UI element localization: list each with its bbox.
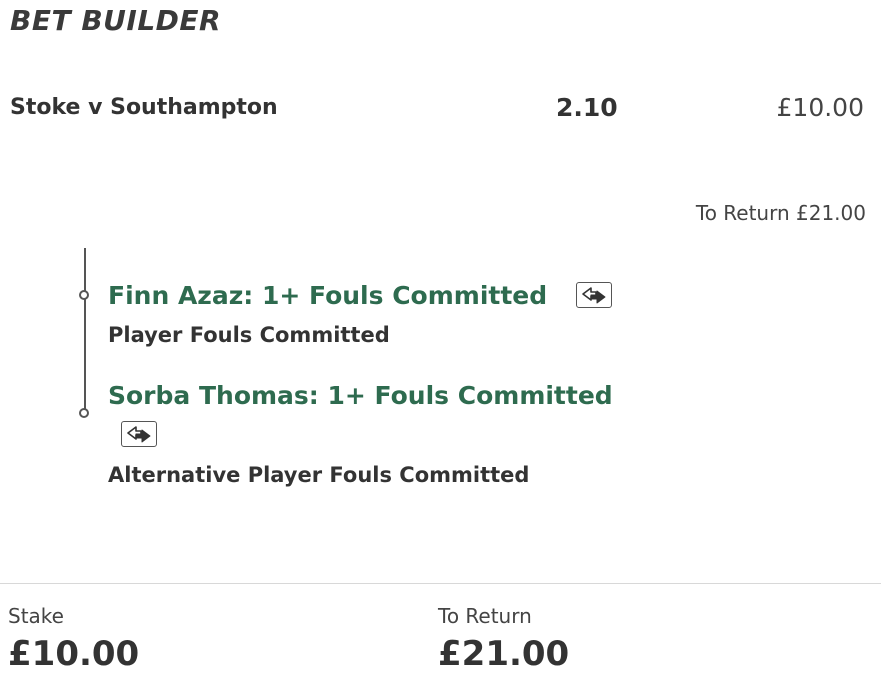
- swap-selection-button[interactable]: [121, 421, 157, 447]
- swap-arrows-icon: [582, 287, 606, 304]
- selection-title: Finn Azaz: 1+ Fouls Committed: [108, 281, 548, 310]
- footer-return-value: £21.00: [438, 634, 570, 674]
- event-name: Stoke v Southampton: [10, 95, 278, 120]
- selection-timeline: [84, 248, 86, 414]
- footer-stake-label: Stake: [8, 604, 64, 628]
- selection-market: Player Fouls Committed: [108, 323, 390, 347]
- footer-return-label: To Return: [438, 604, 532, 628]
- swap-selection-button[interactable]: [576, 282, 612, 308]
- footer-stake-value: £10.00: [8, 634, 140, 674]
- swap-arrows-icon: [127, 426, 151, 443]
- footer-divider: [0, 583, 881, 584]
- timeline-node: [79, 290, 89, 300]
- bet-to-return: To Return £21.00: [695, 201, 866, 225]
- selection-market: Alternative Player Fouls Committed: [108, 463, 530, 487]
- timeline-node: [79, 408, 89, 418]
- bet-odds: 2.10: [556, 93, 618, 122]
- bet-builder-title: BET BUILDER: [10, 4, 222, 37]
- bet-stake-amount: £10.00: [776, 93, 864, 122]
- selection-title: Sorba Thomas: 1+ Fouls Committed: [108, 381, 613, 410]
